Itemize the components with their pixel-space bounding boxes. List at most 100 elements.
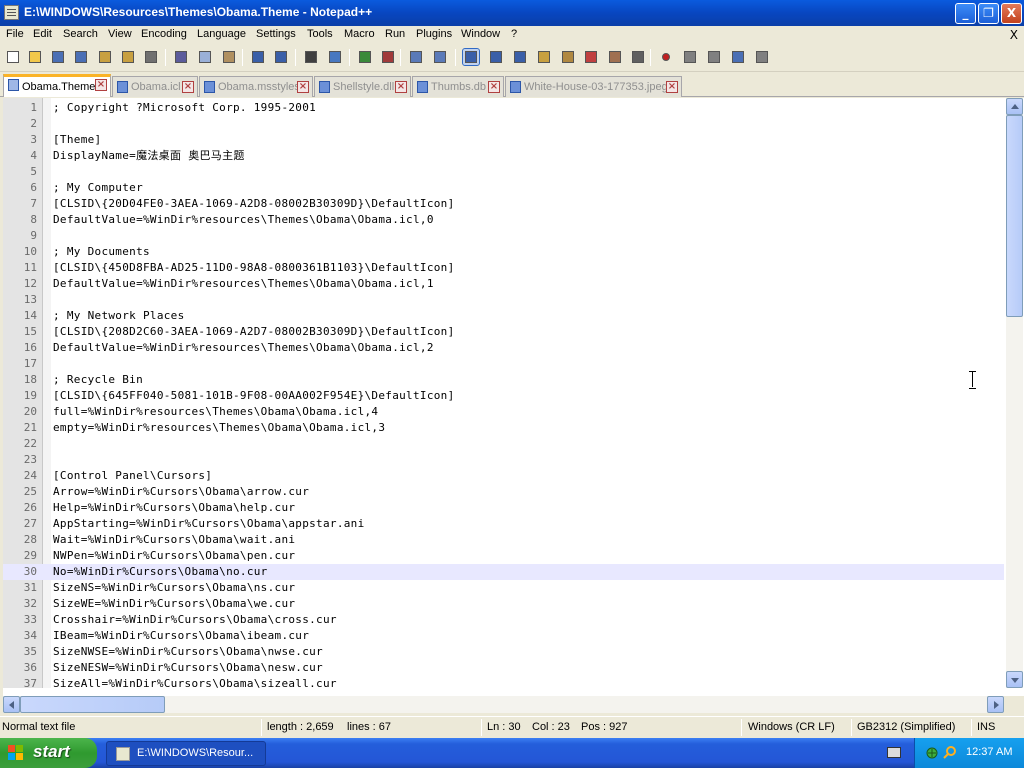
code-line[interactable]: 25 Arrow=%WinDir%Cursors\Obama\arrow.cur — [3, 484, 1004, 500]
code-line[interactable]: 7 [CLSID\{20D04FE0-3AEA-1069-A2D8-08002B3… — [3, 196, 1004, 212]
keyboard-icon[interactable] — [887, 747, 901, 758]
print-icon[interactable] — [143, 49, 159, 65]
find-icon[interactable] — [303, 49, 319, 65]
scroll-left-button[interactable] — [3, 696, 20, 713]
tab-shellstyle-dll[interactable]: Shellstyle.dll × — [314, 76, 411, 97]
line-text[interactable]: SizeNS=%WinDir%Cursors\Obama\ns.cur — [53, 580, 295, 596]
line-text[interactable]: SizeWE=%WinDir%Cursors\Obama\we.cur — [53, 596, 295, 612]
line-text[interactable]: [CLSID\{450D8FBA-AD25-11D0-98A8-0800361B… — [53, 260, 455, 276]
menu-encoding[interactable]: Encoding — [141, 28, 187, 40]
undo-icon[interactable] — [250, 49, 266, 65]
line-text[interactable]: ; Recycle Bin — [53, 372, 143, 388]
line-text[interactable]: AppStarting=%WinDir%Cursors\Obama\appsta… — [53, 516, 365, 532]
close-window-button[interactable]: X — [1001, 3, 1022, 24]
code-line[interactable]: 21 empty=%WinDir%resources\Themes\Obama\O… — [3, 420, 1004, 436]
tab-thumbs-db[interactable]: Thumbs.db × — [412, 76, 504, 97]
code-line[interactable]: 12 DefaultValue=%WinDir%resources\Themes\… — [3, 276, 1004, 292]
line-text[interactable]: empty=%WinDir%resources\Themes\Obama\Oba… — [53, 420, 385, 436]
code-line[interactable]: 16 DefaultValue=%WinDir%resources\Themes\… — [3, 340, 1004, 356]
line-text[interactable]: SizeAll=%WinDir%Cursors\Obama\sizeall.cu… — [53, 676, 337, 692]
word-wrap-icon[interactable] — [462, 48, 480, 66]
run-macro-multiple-icon[interactable] — [730, 49, 746, 65]
horizontal-scroll-thumb[interactable] — [20, 696, 165, 713]
menu-plugins[interactable]: Plugins — [416, 28, 452, 40]
taskbar-item-notepadpp[interactable]: E:\WINDOWS\Resour... — [106, 741, 266, 766]
code-line[interactable]: 24 [Control Panel\Cursors] — [3, 468, 1004, 484]
menu-file[interactable]: File — [6, 28, 24, 40]
menu-run[interactable]: Run — [385, 28, 405, 40]
code-line[interactable]: 17 — [3, 356, 1004, 372]
stop-macro-icon[interactable] — [682, 49, 698, 65]
line-text[interactable]: [CLSID\{208D2C60-3AEA-1069-A2D7-08002B30… — [53, 324, 455, 340]
new-file-icon[interactable] — [5, 49, 21, 65]
line-text[interactable]: DisplayName=魔法桌面 奥巴马主题 — [53, 148, 245, 164]
code-line[interactable]: 8 DefaultValue=%WinDir%resources\Themes\O… — [3, 212, 1004, 228]
function-list-icon[interactable] — [607, 49, 623, 65]
copy-icon[interactable] — [197, 49, 213, 65]
redo-icon[interactable] — [273, 49, 289, 65]
code-line[interactable]: 33 Crosshair=%WinDir%Cursors\Obama\cross.… — [3, 612, 1004, 628]
tab-close-icon[interactable]: × — [488, 81, 500, 93]
line-text[interactable]: NWPen=%WinDir%Cursors\Obama\pen.cur — [53, 548, 295, 564]
show-all-chars-icon[interactable] — [488, 49, 504, 65]
tab-obama-theme[interactable]: Obama.Theme × — [3, 74, 111, 97]
line-text[interactable]: IBeam=%WinDir%Cursors\Obama\ibeam.cur — [53, 628, 309, 644]
language-icon[interactable] — [536, 49, 552, 65]
tab-obama-msstyles[interactable]: Obama.msstyles × — [199, 76, 313, 97]
code-line[interactable]: 19 [CLSID\{645FF040-5081-101B-9F08-00AA00… — [3, 388, 1004, 404]
code-line[interactable]: 29 NWPen=%WinDir%Cursors\Obama\pen.cur — [3, 548, 1004, 564]
open-file-icon[interactable] — [27, 49, 43, 65]
vertical-scroll-thumb[interactable] — [1006, 115, 1023, 317]
save-icon[interactable] — [50, 49, 66, 65]
paste-icon[interactable] — [221, 49, 237, 65]
code-line[interactable]: 28 Wait=%WinDir%Cursors\Obama\wait.ani — [3, 532, 1004, 548]
code-line[interactable]: 20 full=%WinDir%resources\Themes\Obama\Ob… — [3, 404, 1004, 420]
line-text[interactable]: ; Copyright ?Microsoft Corp. 1995-2001 — [53, 100, 316, 116]
vertical-scrollbar[interactable] — [1006, 98, 1023, 688]
line-text[interactable]: Arrow=%WinDir%Cursors\Obama\arrow.cur — [53, 484, 309, 500]
code-line[interactable]: 10 ; My Documents — [3, 244, 1004, 260]
title-bar[interactable]: E:\WINDOWS\Resources\Themes\Obama.Theme … — [0, 0, 1024, 26]
close-icon[interactable] — [97, 49, 113, 65]
tab-close-icon[interactable]: × — [182, 81, 194, 93]
code-line[interactable]: 4 DisplayName=魔法桌面 奥巴马主题 — [3, 148, 1004, 164]
code-line[interactable]: 27 AppStarting=%WinDir%Cursors\Obama\apps… — [3, 516, 1004, 532]
menu-language[interactable]: Language — [197, 28, 246, 40]
line-text[interactable]: Crosshair=%WinDir%Cursors\Obama\cross.cu… — [53, 612, 337, 628]
code-line[interactable]: 36 SizeNESW=%WinDir%Cursors\Obama\nesw.cu… — [3, 660, 1004, 676]
scroll-up-button[interactable] — [1006, 98, 1023, 115]
code-line[interactable]: 31 SizeNS=%WinDir%Cursors\Obama\ns.cur — [3, 580, 1004, 596]
menu-tools[interactable]: Tools — [307, 28, 333, 40]
line-text[interactable]: [CLSID\{20D04FE0-3AEA-1069-A2D8-08002B30… — [53, 196, 455, 212]
code-line[interactable]: 22 — [3, 436, 1004, 452]
status-insert-mode[interactable]: INS — [977, 721, 995, 733]
tab-white-house-jpeg[interactable]: White-House-03-177353.jpeg × — [505, 76, 682, 97]
code-line[interactable]: 9 — [3, 228, 1004, 244]
cut-icon[interactable] — [173, 49, 189, 65]
scroll-right-button[interactable] — [987, 696, 1004, 713]
line-text[interactable]: No=%WinDir%Cursors\Obama\no.cur — [53, 564, 268, 580]
line-text[interactable]: [Theme] — [53, 132, 101, 148]
line-text[interactable]: SizeNESW=%WinDir%Cursors\Obama\nesw.cur — [53, 660, 323, 676]
tab-close-icon[interactable]: × — [95, 79, 107, 91]
start-button[interactable]: start — [0, 738, 97, 768]
status-eol[interactable]: Windows (CR LF) — [748, 721, 835, 733]
code-line[interactable]: 11 [CLSID\{450D8FBA-AD25-11D0-98A8-080036… — [3, 260, 1004, 276]
code-line[interactable]: 37 SizeAll=%WinDir%Cursors\Obama\sizeall.… — [3, 676, 1004, 692]
menu-macro[interactable]: Macro — [344, 28, 375, 40]
close-document-button[interactable]: X — [1010, 28, 1018, 42]
sync-scroll-h-icon[interactable] — [432, 49, 448, 65]
save-all-icon[interactable] — [73, 49, 89, 65]
line-text[interactable]: ; My Network Places — [53, 308, 185, 324]
tab-close-icon[interactable]: × — [297, 81, 309, 93]
maximize-button[interactable]: ❐ — [978, 3, 999, 24]
search-icon[interactable] — [943, 745, 957, 759]
code-line[interactable]: 5 — [3, 164, 1004, 180]
line-text[interactable]: Help=%WinDir%Cursors\Obama\help.cur — [53, 500, 295, 516]
menu-help[interactable]: ? — [511, 28, 517, 40]
code-line[interactable]: 13 — [3, 292, 1004, 308]
network-icon[interactable] — [925, 746, 939, 760]
replace-icon[interactable] — [327, 49, 343, 65]
close-all-icon[interactable] — [120, 49, 136, 65]
code-line[interactable]: 3 [Theme] — [3, 132, 1004, 148]
